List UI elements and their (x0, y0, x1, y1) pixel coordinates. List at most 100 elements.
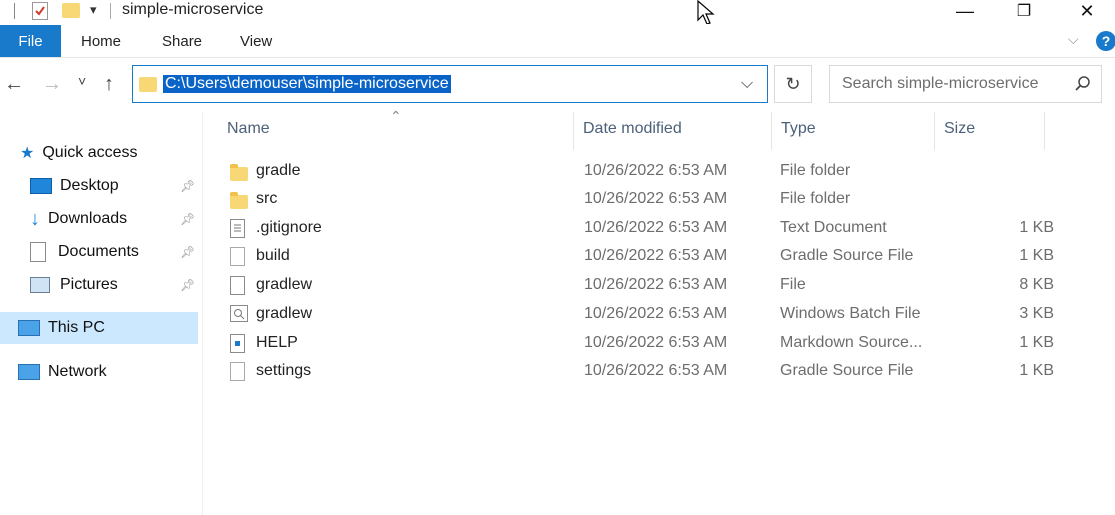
documents-icon (30, 242, 46, 262)
expand-ribbon-icon[interactable]: ⌵ (1068, 31, 1079, 48)
minimize-button[interactable]: — (942, 0, 988, 22)
star-icon: ★ (20, 145, 35, 162)
nav-item-label: Pictures (60, 276, 118, 293)
file-date: 10/26/2022 6:53 AM (584, 190, 728, 207)
properties-icon[interactable] (32, 2, 48, 20)
nav-item-label: Downloads (48, 210, 128, 227)
column-header-size[interactable]: Size (944, 120, 975, 146)
column-divider[interactable] (1044, 112, 1045, 150)
nav-item-network[interactable]: Network (18, 356, 107, 388)
mouse-cursor-icon (697, 0, 715, 26)
nav-item-downloads[interactable]: ↓ Downloads (30, 203, 127, 235)
file-size: 1 KB (1019, 219, 1054, 236)
nav-item-label: Network (48, 363, 107, 380)
address-bar[interactable]: C:\Users\demouser\simple-microservice ⌵ (132, 65, 768, 103)
text-file-icon (230, 219, 248, 239)
folder-icon (230, 190, 248, 210)
file-name: src (256, 190, 278, 207)
new-folder-icon[interactable] (62, 3, 80, 18)
file-row[interactable]: gradlew 10/26/2022 6:53 AM Windows Batch… (220, 301, 1054, 329)
nav-quick-access[interactable]: ★ Quick access (20, 137, 137, 169)
nav-item-label: Documents (58, 243, 139, 260)
help-icon[interactable]: ? (1096, 31, 1115, 51)
nav-quick-access-label: Quick access (42, 144, 138, 161)
column-header-date-modified[interactable]: Date modified (583, 120, 682, 146)
up-button[interactable]: ↑ (104, 73, 114, 96)
file-row[interactable]: gradle 10/26/2022 6:53 AM File folder (220, 158, 1050, 186)
file-size: 3 KB (1019, 305, 1054, 322)
tab-file[interactable]: File (0, 25, 61, 57)
folder-icon (139, 77, 157, 92)
search-icon[interactable] (1074, 75, 1092, 93)
pictures-icon (30, 277, 50, 293)
pin-icon: 📌︎ (180, 179, 196, 193)
file-name: build (256, 247, 290, 264)
gradle-file-icon (230, 247, 248, 267)
recent-locations-button[interactable]: ˅ (78, 73, 86, 89)
downloads-icon: ↓ (30, 207, 40, 230)
forward-button[interactable]: → (42, 73, 62, 96)
file-row[interactable]: .gitignore 10/26/2022 6:53 AM Text Docum… (220, 215, 1054, 243)
file-date: 10/26/2022 6:53 AM (584, 305, 728, 322)
search-input[interactable]: Search simple-microservice (842, 75, 1039, 93)
column-divider[interactable] (573, 112, 574, 150)
file-date: 10/26/2022 6:53 AM (584, 247, 728, 264)
nav-item-label: This PC (48, 319, 105, 336)
computer-icon (18, 320, 40, 336)
restore-button[interactable]: ❐ (1001, 0, 1047, 22)
nav-item-pictures[interactable]: Pictures (30, 269, 118, 301)
file-name: gradlew (256, 276, 313, 293)
file-type: Gradle Source File (780, 247, 914, 264)
file-row[interactable]: src 10/26/2022 6:53 AM File folder (220, 186, 1050, 214)
file-row[interactable]: gradlew 10/26/2022 6:53 AM File 8 KB (220, 272, 1054, 300)
search-box[interactable]: Search simple-microservice (829, 65, 1102, 103)
file-size: 1 KB (1019, 247, 1054, 264)
file-size: 1 KB (1019, 362, 1054, 379)
back-button[interactable]: ← (4, 73, 24, 96)
nav-item-this-pc[interactable]: This PC (0, 312, 198, 344)
close-button[interactable]: ✕ (1064, 0, 1110, 22)
tab-home[interactable]: Home (81, 25, 121, 57)
address-dropdown-icon[interactable]: ⌵ (741, 75, 753, 93)
nav-item-label: Desktop (60, 177, 119, 194)
file-name: gradlew (256, 305, 313, 322)
file-row[interactable]: settings 10/26/2022 6:53 AM Gradle Sourc… (220, 358, 1054, 386)
file-type: Markdown Source... (780, 334, 923, 351)
file-name: .gitignore (256, 219, 322, 236)
quick-access-toolbar: ▾ (0, 0, 112, 24)
separator (14, 3, 15, 19)
tab-view[interactable]: View (240, 25, 272, 57)
column-header-name[interactable]: Name (227, 120, 270, 146)
file-type: Text Document (780, 219, 887, 236)
file-name: HELP (256, 334, 298, 351)
file-type: File folder (780, 162, 851, 179)
file-size: 1 KB (1019, 334, 1054, 351)
tab-share[interactable]: Share (162, 25, 202, 57)
file-type: Gradle Source File (780, 362, 914, 379)
address-path[interactable]: C:\Users\demouser\simple-microservice (163, 75, 451, 93)
blank-file-icon (230, 276, 248, 296)
window-title: simple-microservice (122, 1, 264, 18)
nav-item-desktop[interactable]: Desktop (30, 170, 119, 202)
file-name: gradle (256, 162, 301, 179)
file-date: 10/26/2022 6:53 AM (584, 362, 728, 379)
sort-ascending-icon: ⌃ (390, 108, 402, 124)
file-date: 10/26/2022 6:53 AM (584, 276, 728, 293)
column-header-type[interactable]: Type (781, 120, 816, 146)
pin-icon: 📌︎ (180, 245, 196, 259)
file-date: 10/26/2022 6:53 AM (584, 334, 728, 351)
gradle-file-icon (230, 362, 248, 382)
file-date: 10/26/2022 6:53 AM (584, 219, 728, 236)
file-row[interactable]: build 10/26/2022 6:53 AM Gradle Source F… (220, 243, 1054, 271)
nav-item-documents[interactable]: Documents (30, 236, 139, 268)
file-size: 8 KB (1019, 276, 1054, 293)
column-divider[interactable] (934, 112, 935, 150)
column-divider[interactable] (771, 112, 772, 150)
file-name: settings (256, 362, 312, 379)
refresh-button[interactable]: ↻ (774, 65, 812, 103)
customize-toolbar-dropdown-icon[interactable]: ▾ (90, 2, 97, 18)
navigation-pane: ★ Quick access Desktop 📌︎ ↓ Downloads 📌︎… (0, 112, 203, 515)
file-row[interactable]: HELP 10/26/2022 6:53 AM Markdown Source.… (220, 330, 1054, 358)
markdown-file-icon (230, 334, 248, 354)
file-type: Windows Batch File (780, 305, 921, 322)
